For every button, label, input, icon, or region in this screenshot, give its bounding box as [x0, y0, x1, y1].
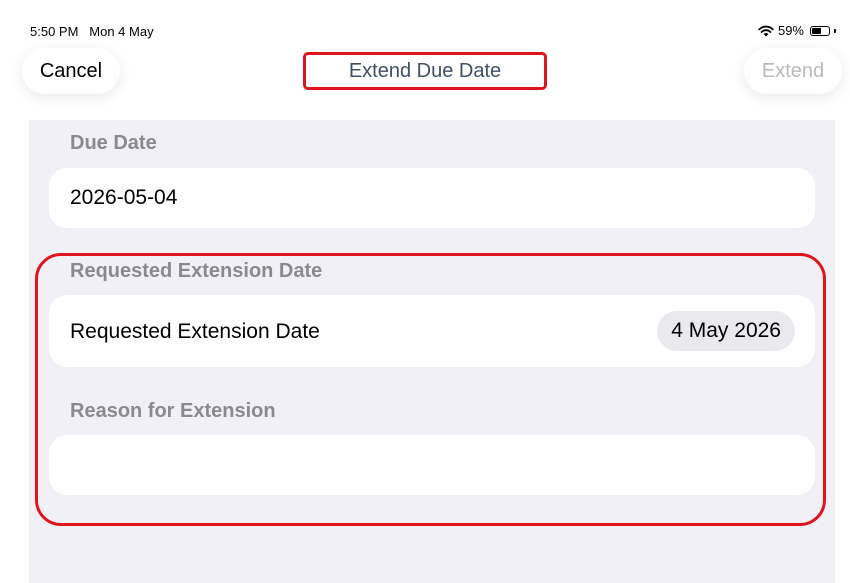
wifi-icon	[758, 25, 774, 36]
page-title: Extend Due Date	[303, 52, 547, 90]
status-date: Mon 4 May	[89, 24, 154, 39]
status-bar: 5:50 PM Mon 4 May 59%	[0, 0, 850, 44]
extend-button[interactable]: Extend	[744, 48, 842, 94]
battery-icon	[810, 25, 830, 36]
due-date-card: 2026-05-04	[49, 168, 815, 228]
due-date-value: 2026-05-04	[70, 186, 178, 209]
battery-cap	[834, 28, 836, 33]
extension-date-header: Requested Extension Date	[70, 260, 323, 282]
extension-date-row[interactable]: Requested Extension Date 4 May 2026	[49, 295, 815, 367]
form-content: Due Date 2026-05-04 Requested Extension …	[29, 120, 835, 583]
reason-header: Reason for Extension	[70, 400, 276, 422]
status-clock: 5:50 PM	[30, 24, 79, 39]
due-date-header: Due Date	[70, 132, 157, 154]
reason-field[interactable]	[49, 435, 815, 495]
battery-percentage: 59%	[777, 23, 804, 38]
extension-date-label: Requested Extension Date	[70, 320, 320, 343]
extension-date-picker[interactable]: 4 May 2026	[657, 311, 795, 351]
navigation-bar: Cancel Extend Due Date Extend	[0, 44, 850, 120]
battery-level	[812, 27, 822, 34]
status-time: 5:50 PM Mon 4 May	[30, 24, 154, 39]
status-indicators: 59%	[758, 23, 836, 38]
cancel-button[interactable]: Cancel	[22, 48, 120, 94]
